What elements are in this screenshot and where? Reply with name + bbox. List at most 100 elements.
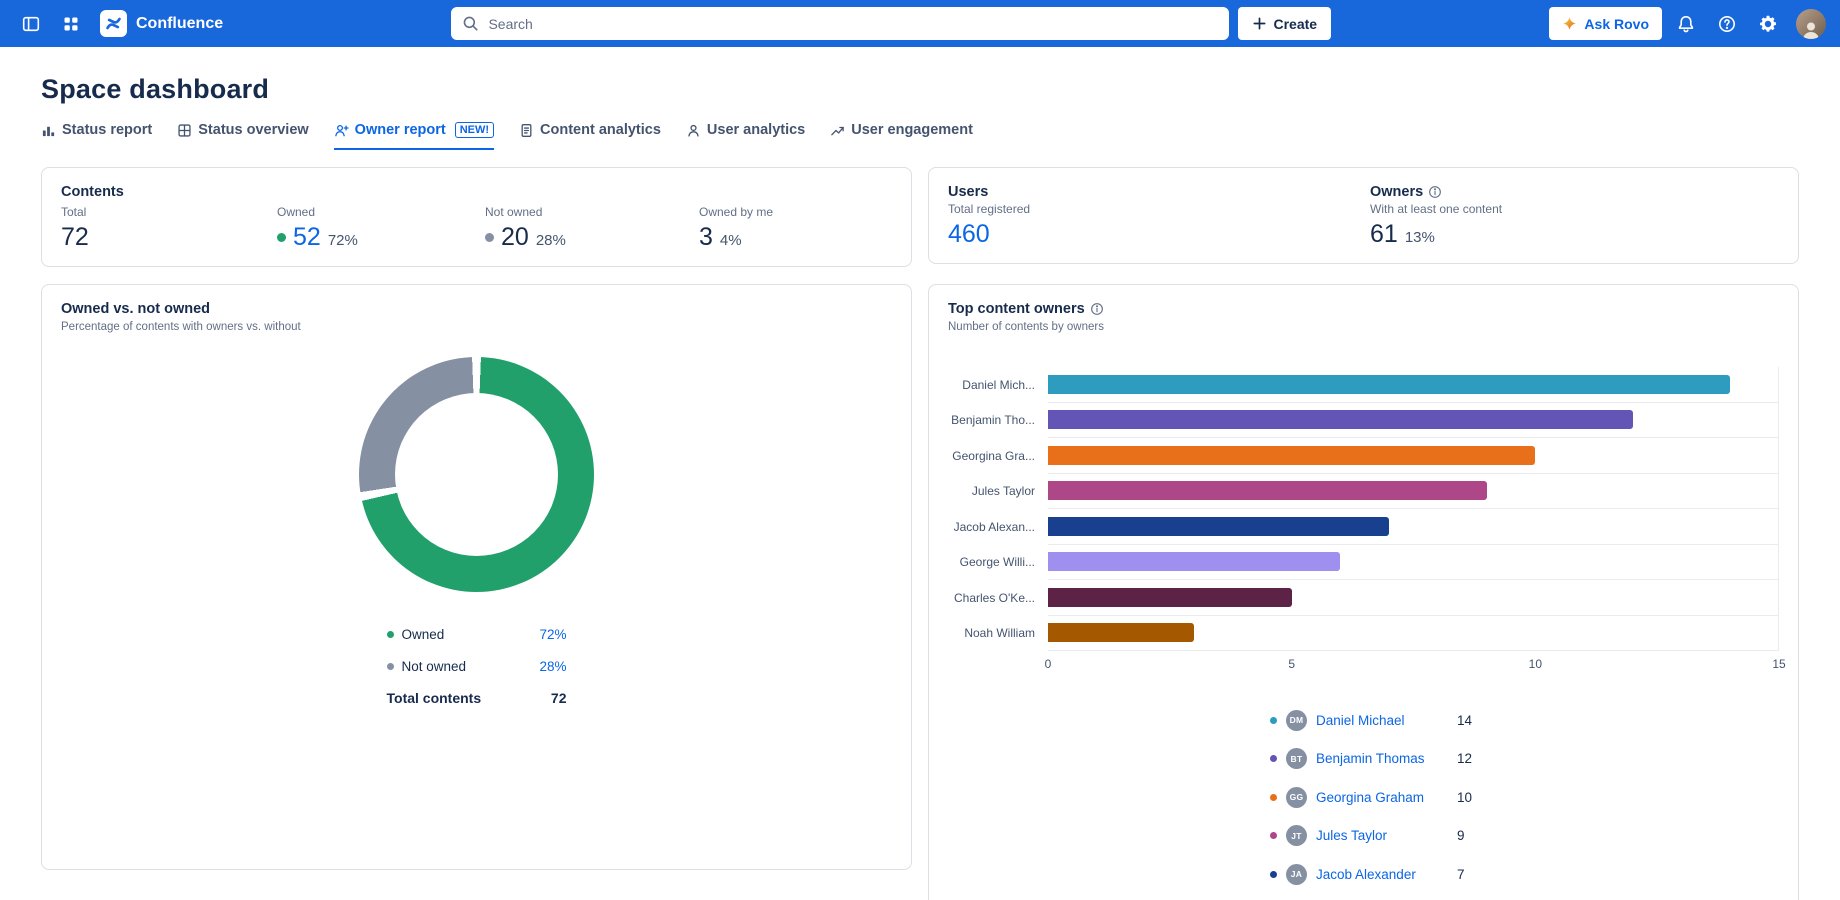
user-avatar[interactable] — [1796, 9, 1826, 39]
legend-label: Not owned — [402, 659, 467, 674]
tab-user-engagement[interactable]: User engagement — [830, 122, 973, 150]
legend-item-not-owned: Not owned 28% — [387, 650, 567, 682]
bar-row: Jules Taylor — [948, 474, 1779, 510]
bar[interactable] — [1048, 375, 1730, 394]
info-icon[interactable] — [1090, 302, 1104, 316]
notifications-button[interactable] — [1669, 7, 1703, 41]
legend-item: JTJules Taylor9 — [1270, 817, 1779, 856]
bar[interactable] — [1048, 623, 1194, 642]
bar-category-label: Benjamin Tho... — [948, 413, 1048, 427]
owned-vs-not-owned-card: Owned vs. not owned Percentage of conten… — [41, 284, 912, 870]
bar[interactable] — [1048, 588, 1292, 607]
contents-card-title: Contents — [61, 184, 892, 200]
legend-item-owned: Owned 72% — [387, 618, 567, 650]
app-switcher-icon — [62, 15, 80, 33]
bar-chart: Daniel Mich... Benjamin Tho... Georgina Gr… — [948, 367, 1779, 677]
app-switcher-button[interactable] — [54, 7, 88, 41]
bar[interactable] — [1048, 552, 1340, 571]
metric-not-owned: Not owned 20 28% — [485, 203, 699, 250]
metric-pct: 13% — [1405, 229, 1435, 246]
bar-category-label: George Willi... — [948, 555, 1048, 569]
tab-label: Owner report — [355, 122, 446, 138]
tab-status-overview[interactable]: Status overview — [177, 122, 308, 150]
metric-label: Total registered — [948, 202, 1370, 216]
owned-dot — [277, 233, 286, 242]
metric-pct: 28% — [536, 232, 566, 249]
tab-content-analytics[interactable]: Content analytics — [519, 122, 661, 150]
bar-row: Benjamin Tho... — [948, 403, 1779, 439]
metric-label: Owned by me — [699, 205, 892, 219]
bar-track — [1048, 403, 1779, 439]
metric-value: 61 — [1370, 222, 1398, 247]
ask-rovo-label: Ask Rovo — [1584, 16, 1649, 32]
bar[interactable] — [1048, 517, 1389, 536]
bar-category-label: Georgina Gra... — [948, 449, 1048, 463]
ask-rovo-button[interactable]: Ask Rovo — [1549, 7, 1662, 40]
legend-value[interactable]: 28% — [539, 659, 566, 674]
donut-legend: Owned 72% Not owned 28% Total contents 7… — [387, 618, 567, 706]
legend-owner-name[interactable]: Jacob Alexander — [1316, 867, 1448, 882]
tab-label: Status overview — [198, 122, 308, 138]
help-button[interactable] — [1710, 7, 1744, 41]
sidebar-toggle-button[interactable] — [14, 7, 48, 41]
search-input[interactable] — [451, 7, 1229, 40]
users-title: Users — [948, 184, 1370, 200]
bar-track — [1048, 509, 1779, 545]
metric-value: 20 — [501, 225, 529, 250]
bar-category-label: Jules Taylor — [948, 484, 1048, 498]
legend-owner-name[interactable]: Georgina Graham — [1316, 790, 1448, 805]
bar-row: Daniel Mich... — [948, 367, 1779, 403]
legend-owner-value: 9 — [1457, 828, 1465, 843]
legend-item: GGGeorgina Graham10 — [1270, 778, 1779, 817]
bar[interactable] — [1048, 410, 1633, 429]
legend-owner-name[interactable]: Benjamin Thomas — [1316, 751, 1448, 766]
bar-track — [1048, 580, 1779, 616]
metric-pct: 72% — [328, 232, 358, 249]
bar-rows: Daniel Mich... Benjamin Tho... Georgina Gr… — [948, 367, 1779, 651]
search-container — [451, 7, 1229, 40]
legend-value[interactable]: 72% — [539, 627, 566, 642]
settings-button[interactable] — [1751, 7, 1785, 41]
tab-status-report[interactable]: Status report — [41, 122, 152, 150]
new-badge: NEW! — [455, 122, 494, 138]
x-tick-label: 10 — [1529, 657, 1542, 671]
metric-users: Users Total registered 460 — [948, 184, 1370, 247]
bar-row: Charles O'Ke... — [948, 580, 1779, 616]
bell-icon — [1676, 14, 1696, 34]
tab-user-analytics[interactable]: User analytics — [686, 122, 805, 150]
bar[interactable] — [1048, 481, 1487, 500]
legend-owner-name[interactable]: Jules Taylor — [1316, 828, 1448, 843]
confluence-logo-icon — [100, 10, 127, 37]
metric-label: With at least one content — [1370, 202, 1779, 216]
x-tick-label: 15 — [1772, 657, 1785, 671]
tab-label: User analytics — [707, 122, 805, 138]
bar-category-label: Charles O'Ke... — [948, 591, 1048, 605]
bar-category-label: Daniel Mich... — [948, 378, 1048, 392]
tab-label: Content analytics — [540, 122, 661, 138]
avatar: BT — [1286, 748, 1307, 769]
legend-owner-value: 7 — [1457, 867, 1465, 882]
legend-dot — [1270, 832, 1277, 839]
info-icon[interactable] — [1428, 185, 1442, 199]
bar[interactable] — [1048, 446, 1535, 465]
legend-owner-value: 10 — [1457, 790, 1472, 805]
gear-icon — [1758, 14, 1778, 34]
tab-owner-report[interactable]: Owner report NEW! — [334, 122, 494, 150]
dashboard-tabs: Status report Status overview Owner repo… — [41, 122, 1799, 150]
bar-track — [1048, 474, 1779, 510]
metric-label: Total — [61, 205, 277, 219]
users-summary-card: Users Total registered 460 Owners — [928, 167, 1799, 264]
total-contents-label: Total contents — [387, 690, 482, 706]
top-content-owners-card: Top content owners Number of contents by… — [928, 284, 1799, 900]
create-button[interactable]: Create — [1238, 7, 1331, 40]
x-axis: 051015 — [1048, 657, 1779, 677]
confluence-home-link[interactable]: Confluence — [100, 10, 223, 37]
person-plus-icon — [334, 123, 349, 138]
donut-chart[interactable] — [359, 357, 594, 592]
sidebar-toggle-icon — [21, 14, 41, 34]
metric-total: Total 72 — [61, 203, 277, 250]
metric-value: 3 — [699, 225, 713, 250]
search-icon — [462, 15, 479, 32]
trend-icon — [830, 123, 845, 138]
legend-owner-name[interactable]: Daniel Michael — [1316, 713, 1448, 728]
